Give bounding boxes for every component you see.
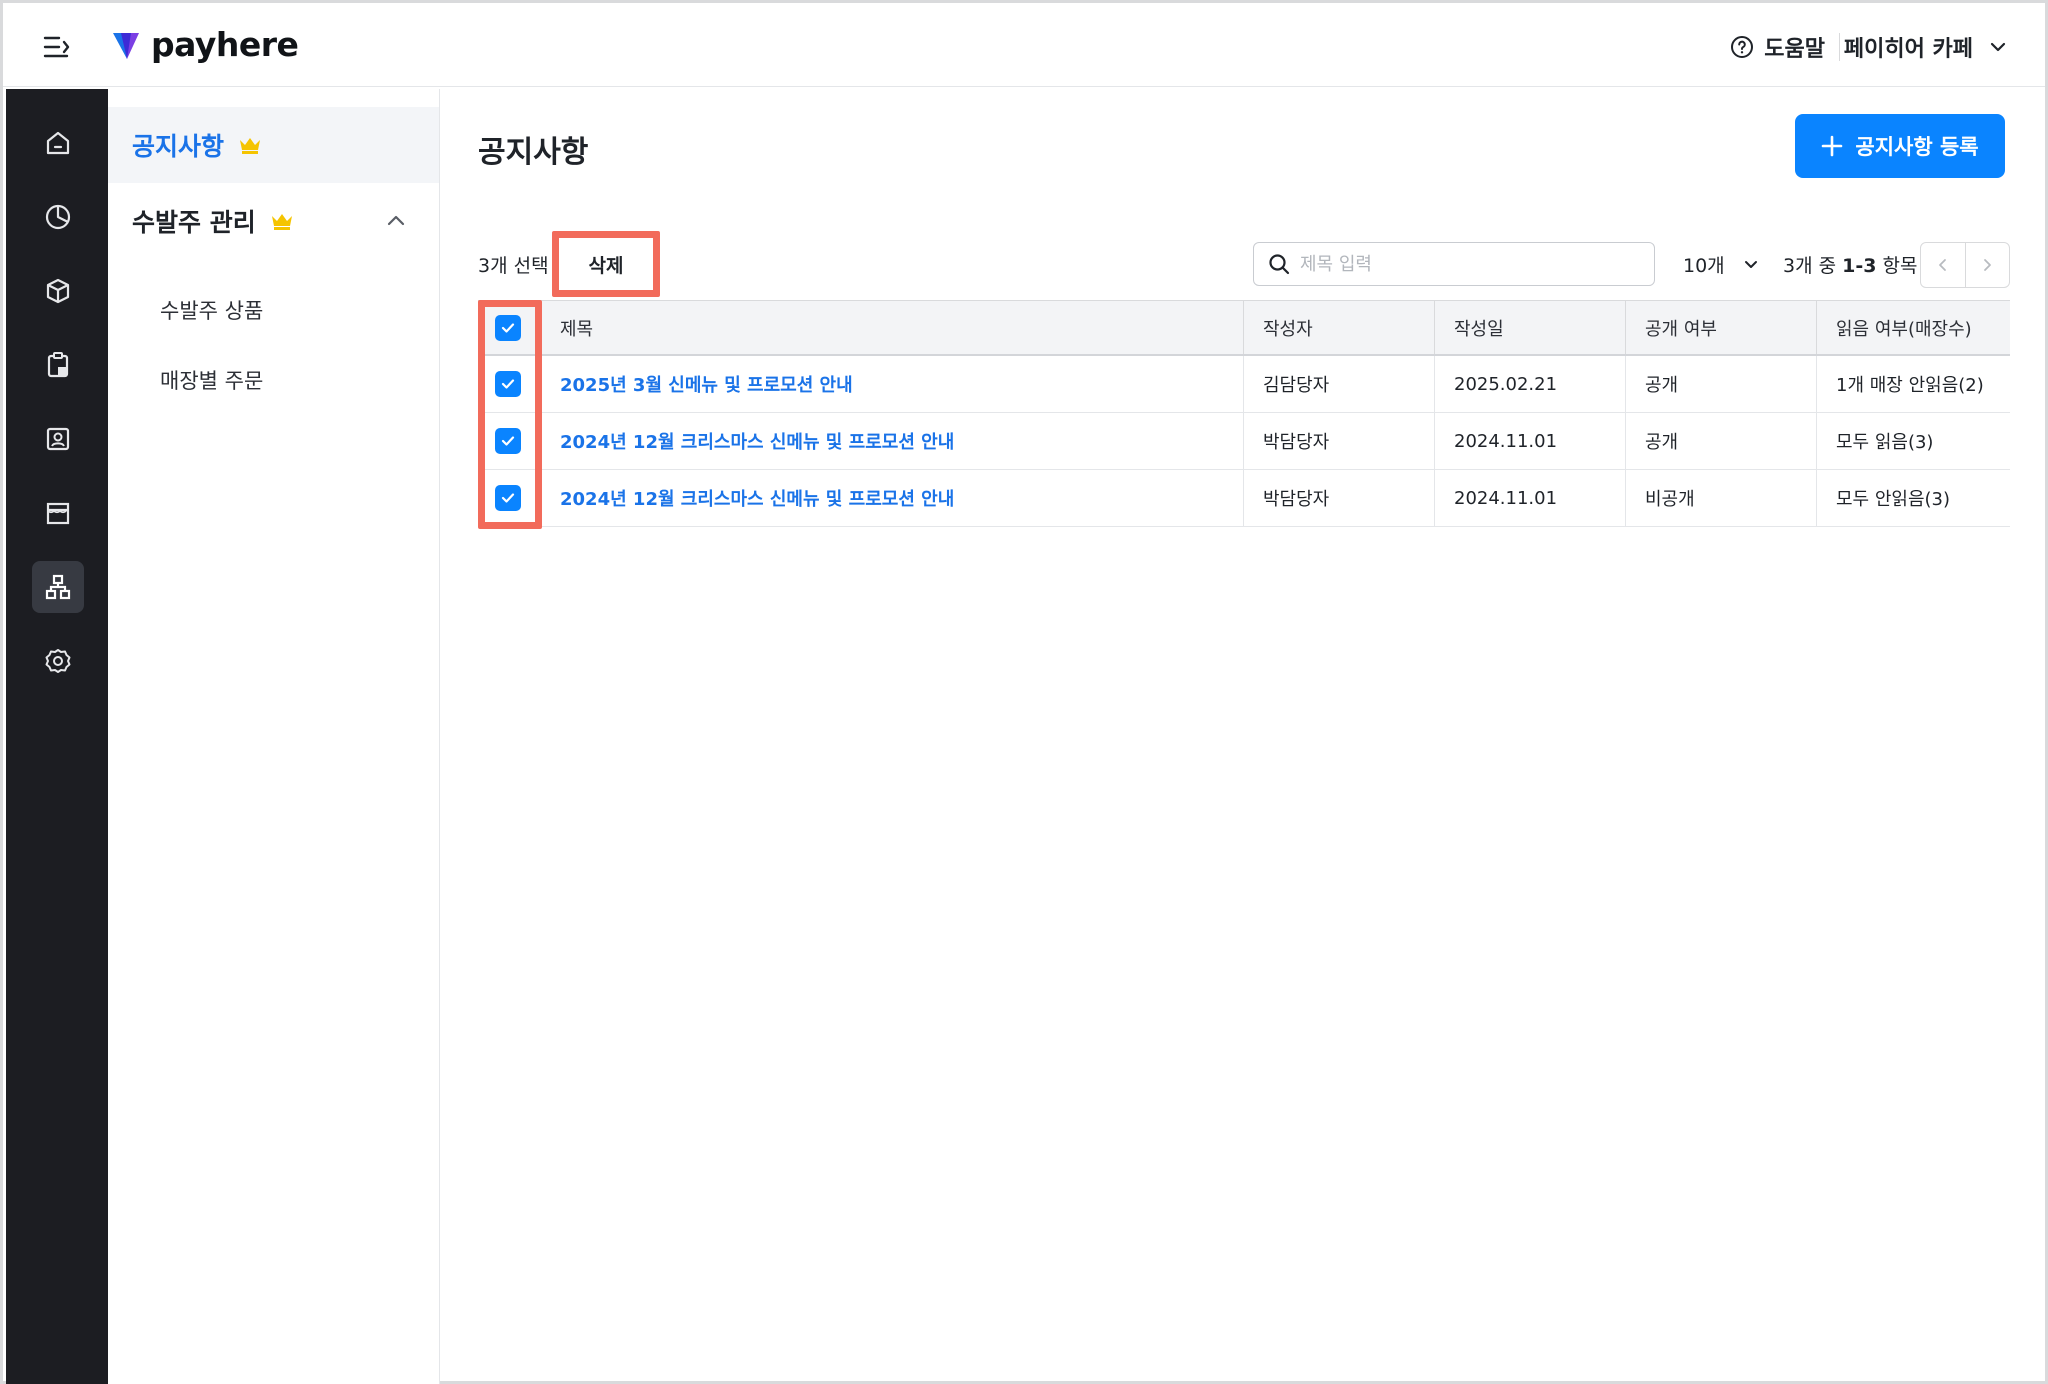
rail-stores[interactable] — [32, 487, 84, 539]
selected-count: 3개 선택 — [478, 255, 549, 277]
date-cell: 2025.02.21 — [1434, 356, 1625, 412]
next-page-button[interactable] — [1964, 243, 2010, 287]
rail-analytics[interactable] — [32, 191, 84, 243]
search-input[interactable] — [1300, 253, 1640, 275]
chevron-down-icon — [1744, 260, 1757, 268]
notice-title-link[interactable]: 2024년 12월 크리스마스 신메뉴 및 프로모션 안내 — [560, 485, 954, 511]
settings-gear-icon — [45, 649, 71, 673]
help-circle-icon — [1731, 36, 1754, 58]
delete-button-highlight: 삭제 — [552, 231, 660, 297]
check-icon — [501, 436, 515, 446]
store-selector[interactable]: 페이히어 카페 — [1844, 31, 2007, 63]
rail-customers[interactable] — [32, 413, 84, 465]
plus-icon — [1822, 135, 1843, 157]
register-notice-button[interactable]: 공지사항 등록 — [1795, 114, 2005, 178]
contact-card-icon — [46, 427, 70, 451]
table-row[interactable]: 2025년 3월 신메뉴 및 프로모션 안내 김담당자 2025.02.21 공… — [478, 356, 2010, 413]
page-size-select[interactable]: 10개 — [1683, 251, 1759, 278]
delete-button[interactable]: 삭제 — [589, 251, 624, 278]
org-chart-icon — [45, 574, 71, 600]
secondary-sidebar: 공지사항 수발주 관리 수발주 상품 매장별 주문 — [108, 89, 440, 1384]
date-cell: 2024.11.01 — [1434, 413, 1625, 469]
collapse-menu-icon[interactable] — [41, 31, 73, 63]
range-prefix: 3개 중 — [1783, 255, 1843, 277]
author-cell: 박담당자 — [1243, 470, 1434, 526]
row-checkbox-cell — [495, 413, 521, 469]
clipboard-icon — [47, 352, 69, 378]
visibility-cell: 공개 — [1625, 356, 1816, 412]
column-header-date[interactable]: 작성일 — [1434, 301, 1625, 354]
row-checkbox[interactable] — [495, 371, 521, 397]
brand-name: payhere — [151, 25, 299, 64]
app-frame: payhere 도움말 페이히어 카페 공지사항 수발주 관리 수발주 상품 매… — [0, 0, 2048, 1384]
crown-icon — [240, 138, 261, 154]
chevron-down-icon — [1990, 42, 2006, 52]
row-checkbox-cell — [495, 470, 521, 526]
chevron-right-icon — [1984, 259, 1992, 271]
read-status-cell: 모두 읽음(3) — [1816, 413, 2010, 469]
header-divider — [1839, 33, 1840, 61]
rail-franchise[interactable] — [32, 561, 84, 613]
help-label: 도움말 — [1764, 37, 1825, 62]
prev-page-button[interactable] — [1921, 243, 1965, 287]
crown-icon — [271, 214, 292, 230]
read-status-cell: 모두 안읽음(3) — [1816, 470, 2010, 526]
read-status-cell: 1개 매장 안읽음(2) — [1816, 356, 2010, 412]
page-title: 공지사항 — [478, 135, 589, 170]
notice-title-link[interactable]: 2025년 3월 신메뉴 및 프로모션 안내 — [560, 371, 853, 397]
row-checkbox[interactable] — [495, 428, 521, 454]
page-size-value: 10개 — [1683, 255, 1725, 277]
rail-products[interactable] — [32, 265, 84, 317]
subnav-item-order-products[interactable]: 수발주 상품 — [160, 295, 263, 325]
search-box[interactable] — [1253, 242, 1655, 286]
check-icon — [501, 493, 515, 503]
payhere-logo-icon — [113, 32, 139, 59]
visibility-cell: 공개 — [1625, 413, 1816, 469]
rail-settings[interactable] — [32, 635, 84, 687]
search-icon — [1269, 254, 1290, 275]
header-checkbox-cell — [495, 301, 521, 354]
check-icon — [501, 379, 515, 389]
register-button-label: 공지사항 등록 — [1855, 135, 1979, 159]
notice-title-link[interactable]: 2024년 12월 크리스마스 신메뉴 및 프로모션 안내 — [560, 428, 954, 454]
table-row[interactable]: 2024년 12월 크리스마스 신메뉴 및 프로모션 안내 박담당자 2024.… — [478, 413, 2010, 470]
box-icon — [46, 278, 70, 304]
column-header-visibility[interactable]: 공개 여부 — [1625, 301, 1816, 354]
visibility-cell: 비공개 — [1625, 470, 1816, 526]
top-header: payhere 도움말 페이히어 카페 — [3, 3, 2045, 87]
row-checkbox[interactable] — [495, 485, 521, 511]
subnav-notice-label: 공지사항 — [132, 132, 225, 161]
pie-chart-icon — [45, 204, 71, 230]
chevron-up-icon[interactable] — [385, 210, 407, 232]
range-bold: 1-3 — [1842, 255, 1877, 277]
store-icon — [46, 502, 70, 525]
table-row[interactable]: 2024년 12월 크리스마스 신메뉴 및 프로모션 안내 박담당자 2024.… — [478, 470, 2010, 527]
column-header-title[interactable]: 제목 — [560, 301, 593, 354]
brand-logo[interactable]: payhere — [111, 25, 299, 64]
column-header-author[interactable]: 작성자 — [1243, 301, 1434, 354]
check-icon — [501, 322, 515, 333]
date-cell: 2024.11.01 — [1434, 470, 1625, 526]
range-suffix: 항목 — [1876, 255, 1918, 277]
author-cell: 박담당자 — [1243, 413, 1434, 469]
row-checkbox-cell — [495, 356, 521, 412]
pagination-range: 3개 중 1-3 항목 — [1783, 251, 1917, 278]
store-name: 페이히어 카페 — [1843, 37, 1973, 62]
chevron-left-icon — [1938, 259, 1946, 271]
subnav-item-notice[interactable]: 공지사항 — [108, 107, 439, 183]
select-all-checkbox[interactable] — [495, 314, 521, 341]
column-header-read-status[interactable]: 읽음 여부(매장수) — [1816, 301, 2010, 354]
subnav-order-label: 수발주 관리 — [132, 208, 256, 237]
subnav-item-order-management[interactable]: 수발주 관리 — [108, 183, 439, 259]
pagination-controls — [1920, 242, 2010, 288]
rail-orders[interactable] — [32, 339, 84, 391]
rail-home[interactable] — [32, 117, 84, 169]
table-header: 제목 작성자 작성일 공개 여부 읽음 여부(매장수) — [478, 300, 2010, 356]
help-link[interactable]: 도움말 — [1730, 31, 1825, 63]
home-icon — [46, 131, 70, 155]
icon-rail — [6, 89, 108, 1384]
author-cell: 김담당자 — [1243, 356, 1434, 412]
subnav-item-store-orders[interactable]: 매장별 주문 — [160, 365, 263, 395]
